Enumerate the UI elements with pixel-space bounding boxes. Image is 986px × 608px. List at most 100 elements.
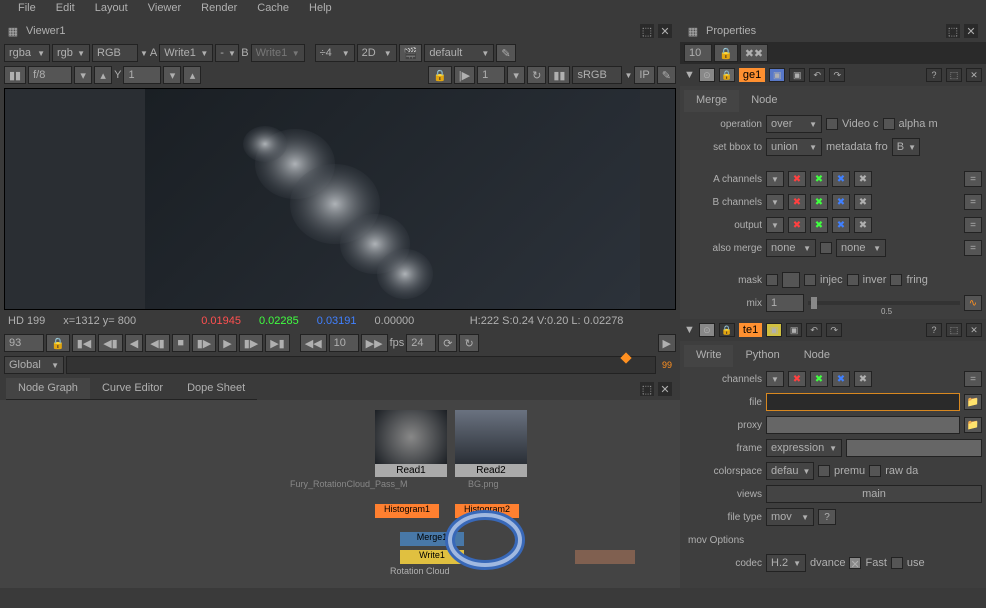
frame-expr-field[interactable] xyxy=(846,439,982,457)
menu-layout[interactable]: Layout xyxy=(85,0,138,20)
ach-b-icon[interactable]: ✖ xyxy=(832,171,850,187)
fps-field[interactable]: 24 xyxy=(406,334,436,352)
write-redo-icon[interactable]: ↷ xyxy=(826,323,842,337)
node-undock-icon[interactable]: ⬚ xyxy=(640,382,654,396)
gamma-down-icon[interactable]: ▾ xyxy=(163,66,181,84)
lock-icon[interactable]: 🔒 xyxy=(428,66,452,84)
merge-tab-node[interactable]: Node xyxy=(739,90,789,112)
out-eq-button[interactable]: = xyxy=(964,217,982,233)
next-key-icon[interactable]: ▮▶ xyxy=(239,334,264,352)
filetype-select[interactable]: mov xyxy=(766,508,814,526)
timeline-scope-select[interactable]: Global xyxy=(4,356,64,374)
jump-bwd-icon[interactable]: ◀◀ xyxy=(300,334,327,352)
inject-checkbox[interactable] xyxy=(804,274,816,286)
fast-checkbox[interactable]: ✕ xyxy=(849,557,861,569)
node-graph[interactable]: Read1 Fury_RotationCloud_Pass_M Read2 BG… xyxy=(0,400,680,588)
frame-select[interactable]: expression xyxy=(766,439,842,457)
loop-icon[interactable]: ↻ xyxy=(459,334,478,352)
viewport[interactable] xyxy=(4,88,676,310)
write-color-2-icon[interactable]: ▣ xyxy=(786,323,802,337)
center-node-icon[interactable]: ⊙ xyxy=(699,68,715,82)
lock-range-icon[interactable]: 🔒 xyxy=(46,334,70,352)
redo-icon[interactable]: ↷ xyxy=(829,68,845,82)
step-bwd-icon[interactable]: ◀▮ xyxy=(145,334,170,352)
center-write-icon[interactable]: ⊙ xyxy=(699,323,715,337)
file-field[interactable] xyxy=(766,393,960,411)
use-checkbox[interactable] xyxy=(891,557,903,569)
proxy-field[interactable] xyxy=(766,416,960,434)
also-eq-button[interactable]: = xyxy=(964,240,982,256)
menu-file[interactable]: File xyxy=(8,0,46,20)
dim-select[interactable]: 2D xyxy=(357,44,397,62)
tab-node-graph[interactable]: Node Graph xyxy=(6,378,90,399)
mix-field[interactable]: 1 xyxy=(766,294,804,312)
proxy-field[interactable]: 1 xyxy=(477,66,505,84)
bch-b-icon[interactable]: ✖ xyxy=(832,194,850,210)
last-frame-icon[interactable]: ▶▮ xyxy=(265,334,290,352)
node-close-icon[interactable]: ✕ xyxy=(658,382,672,396)
menu-cache[interactable]: Cache xyxy=(247,0,299,20)
proxy-arrow-icon[interactable]: ▾ xyxy=(507,66,525,84)
write-tab-python[interactable]: Python xyxy=(733,345,791,367)
video-checkbox[interactable] xyxy=(826,118,838,130)
write-node-name[interactable]: te1 xyxy=(739,323,762,337)
wch-eq-button[interactable]: = xyxy=(964,371,982,387)
lock-all-icon[interactable]: 🔒 xyxy=(714,44,738,62)
tab-dope-sheet[interactable]: Dope Sheet xyxy=(175,378,257,399)
write-help-icon[interactable]: ? xyxy=(926,323,942,337)
bch-a-icon[interactable]: ✖ xyxy=(854,194,872,210)
viewer-undock-icon[interactable]: ⬚ xyxy=(640,24,654,38)
ach-a-icon[interactable]: ✖ xyxy=(854,171,872,187)
gamma-field[interactable]: 1 xyxy=(123,66,161,84)
gear-icon[interactable]: ✎ xyxy=(496,44,515,62)
also-merge-select[interactable]: none xyxy=(766,239,816,257)
clear-all-icon[interactable]: ✖✖ xyxy=(740,44,768,62)
viewer-close-icon[interactable]: ✕ xyxy=(658,24,672,38)
bch-g-icon[interactable]: ✖ xyxy=(810,194,828,210)
out-r-icon[interactable]: ✖ xyxy=(788,217,806,233)
mix-slider[interactable]: 0.5 xyxy=(808,301,960,305)
close-panel-icon[interactable]: ✕ xyxy=(966,68,982,82)
first-frame-icon[interactable]: ▮◀ xyxy=(72,334,97,352)
invert-checkbox[interactable] xyxy=(847,274,859,286)
input-a-select[interactable]: Write1 xyxy=(159,44,213,62)
wch-g-icon[interactable]: ✖ xyxy=(810,371,828,387)
properties-undock-icon[interactable]: ⬚ xyxy=(946,24,960,38)
fstop-up-icon[interactable]: ▴ xyxy=(94,66,112,84)
prev-key-icon[interactable]: ◀▮ xyxy=(98,334,123,352)
write-float-icon[interactable]: ⬚ xyxy=(946,323,962,337)
mask-chan-icon[interactable] xyxy=(782,272,800,288)
properties-maxpanels[interactable]: 10 xyxy=(684,44,712,62)
bch-eq-button[interactable]: = xyxy=(964,194,982,210)
mix-anim-icon[interactable]: ∿ xyxy=(964,295,982,311)
bchannels-select[interactable] xyxy=(766,194,784,210)
write-color-1-icon[interactable]: ▣ xyxy=(766,323,782,337)
codec-select[interactable]: H.2 xyxy=(766,554,806,572)
playrange-icon[interactable]: |▶ xyxy=(454,66,475,84)
frame-field[interactable]: 93 xyxy=(4,334,44,352)
clapper-icon[interactable]: 🎬 xyxy=(399,44,423,62)
write-undo-icon[interactable]: ↶ xyxy=(806,323,822,337)
ach-eq-button[interactable]: = xyxy=(964,171,982,187)
play-fwd-icon[interactable]: ▶ xyxy=(218,334,236,352)
output-select[interactable] xyxy=(766,217,784,233)
write-channels-select[interactable] xyxy=(766,371,784,387)
refresh-icon[interactable]: ↻ xyxy=(527,66,546,84)
menu-help[interactable]: Help xyxy=(299,0,342,20)
fstop-field[interactable]: f/8 xyxy=(28,66,72,84)
wand-icon[interactable]: ✎ xyxy=(657,66,676,84)
flipbook-icon[interactable]: ▶ xyxy=(658,334,676,352)
jump-fwd-icon[interactable]: ▶▶ xyxy=(361,334,388,352)
write-tab-node[interactable]: Node xyxy=(792,345,842,367)
lock-panel-icon[interactable]: 🔒 xyxy=(719,68,735,82)
raw-checkbox[interactable] xyxy=(869,465,881,477)
mask-checkbox[interactable] xyxy=(766,274,778,286)
pause-render-icon[interactable]: ▮▮ xyxy=(548,66,570,84)
merge-node-name[interactable]: ge1 xyxy=(739,68,765,82)
bch-r-icon[interactable]: ✖ xyxy=(788,194,806,210)
channel-rgb-select[interactable]: rgb xyxy=(52,44,90,62)
node-color-2-icon[interactable]: ▣ xyxy=(789,68,805,82)
also-merge-select2[interactable]: none xyxy=(836,239,886,257)
gamma-up-icon[interactable]: ▴ xyxy=(183,66,201,84)
tab-curve-editor[interactable]: Curve Editor xyxy=(90,378,175,399)
